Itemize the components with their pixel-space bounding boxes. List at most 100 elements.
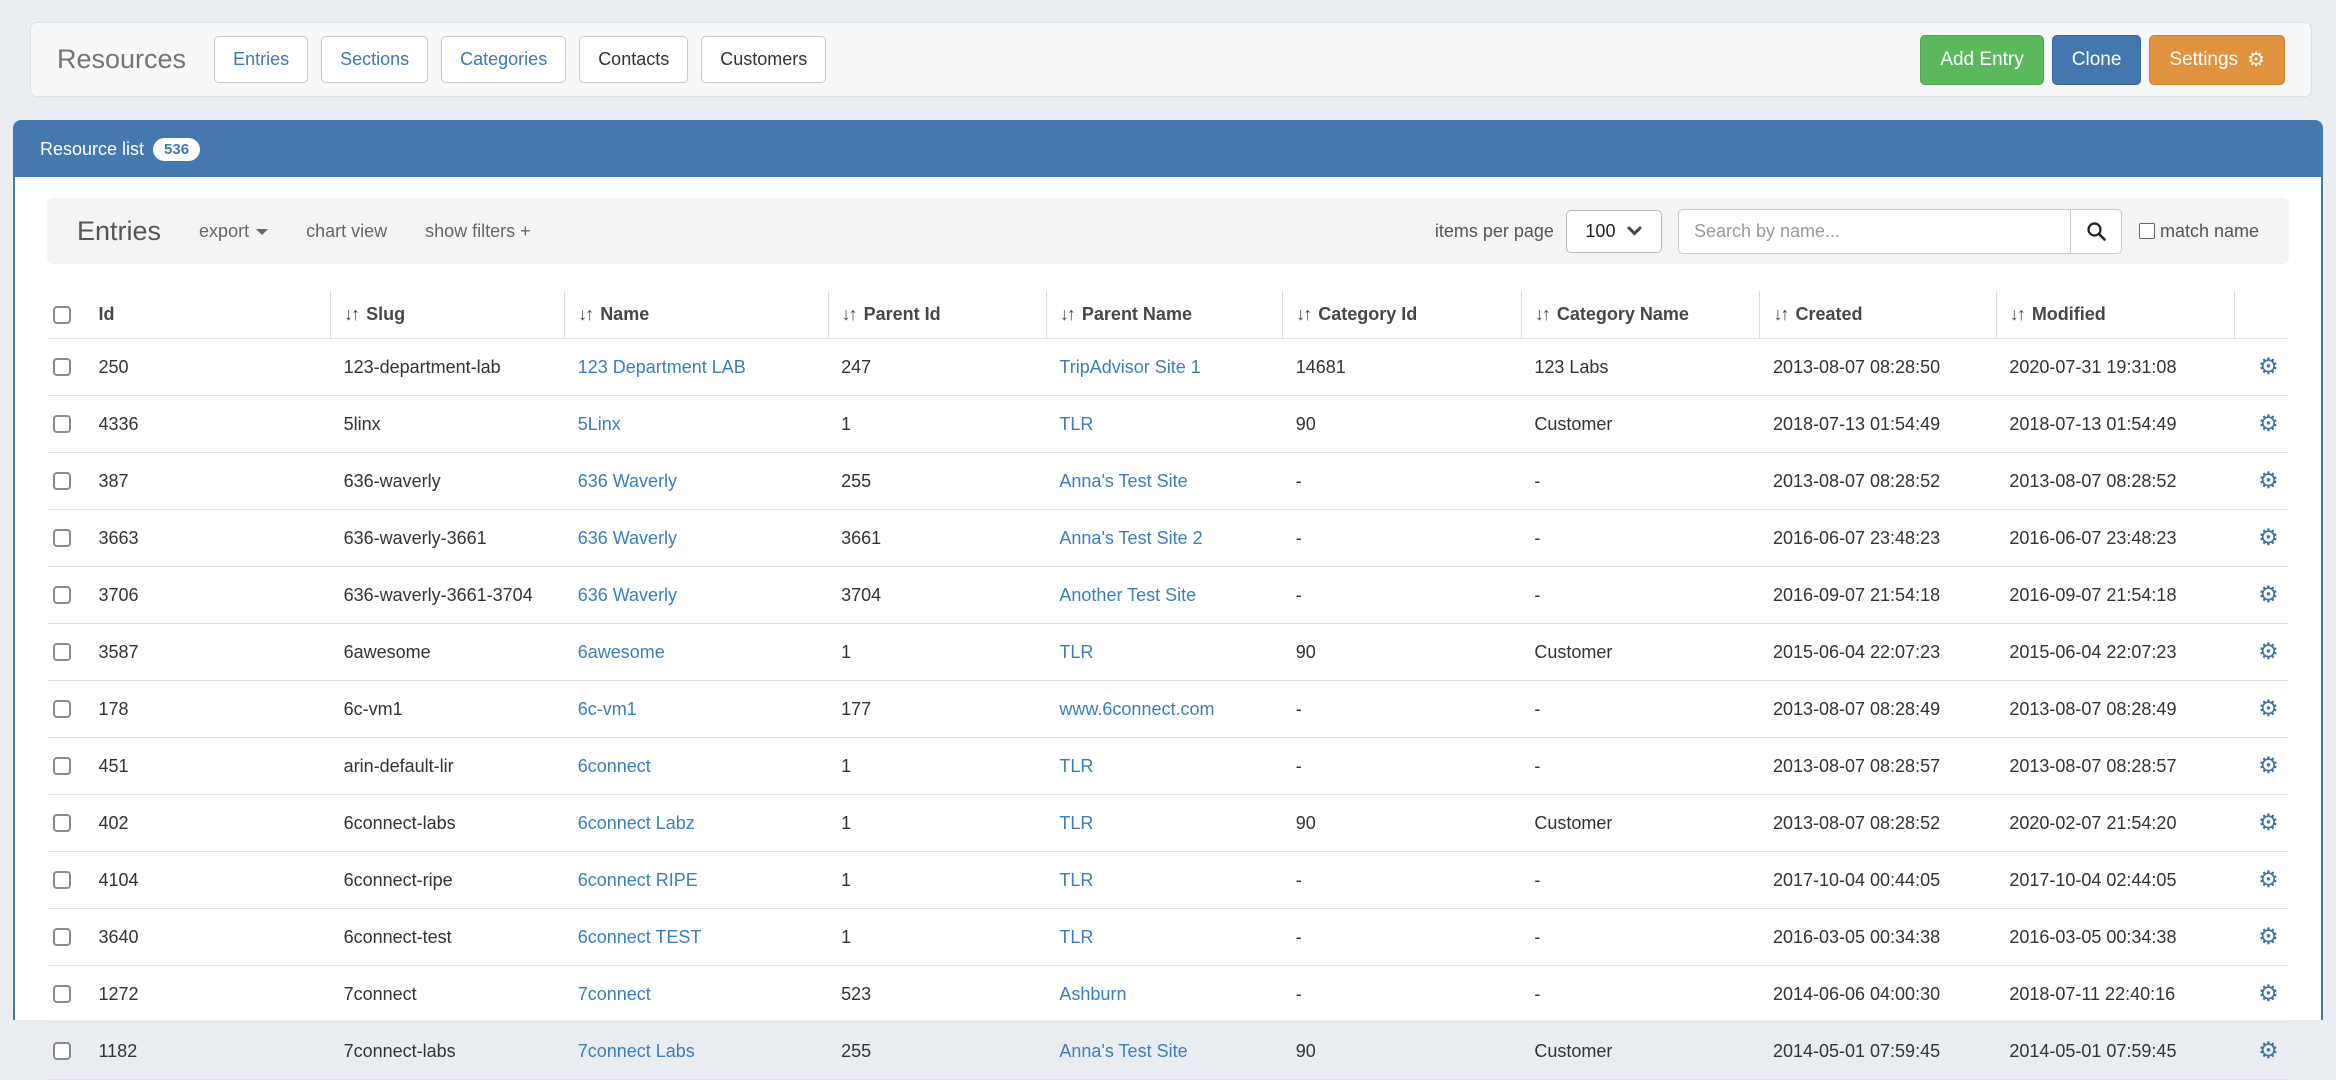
- row-checkbox[interactable]: [53, 529, 71, 547]
- column-header-parent_name[interactable]: ↓↑Parent Name: [1046, 291, 1282, 339]
- row-settings-gear-icon[interactable]: ⚙: [2258, 868, 2279, 891]
- name-link[interactable]: 636 Waverly: [578, 471, 677, 491]
- row-settings-gear-icon[interactable]: ⚙: [2258, 925, 2279, 948]
- row-settings-gear-icon[interactable]: ⚙: [2258, 1039, 2279, 1062]
- name-link[interactable]: 7connect Labs: [578, 1041, 695, 1061]
- sort-arrows-icon: ↓↑: [842, 304, 856, 324]
- cell-slug: 636-waverly-3661: [331, 510, 565, 567]
- column-header-created[interactable]: ↓↑Created: [1760, 291, 1996, 339]
- parent_name-link[interactable]: TLR: [1059, 870, 1093, 890]
- nav-button-customers[interactable]: Customers: [701, 36, 826, 83]
- table-row: 1786c-vm16c-vm1177www.6connect.com--2013…: [47, 681, 2289, 738]
- column-header-parent_id[interactable]: ↓↑Parent Id: [828, 291, 1046, 339]
- parent_name-link[interactable]: Anna's Test Site: [1059, 471, 1187, 491]
- name-link[interactable]: 6c-vm1: [578, 699, 637, 719]
- parent_name-link[interactable]: Ashburn: [1059, 984, 1126, 1004]
- row-checkbox[interactable]: [53, 586, 71, 604]
- nav-button-sections[interactable]: Sections: [321, 36, 428, 83]
- name-link[interactable]: 6connect RIPE: [578, 870, 698, 890]
- name-link[interactable]: 6connect Labz: [578, 813, 695, 833]
- row-checkbox[interactable]: [53, 415, 71, 433]
- cell-id: 402: [97, 795, 331, 852]
- cell-id: 3587: [97, 624, 331, 681]
- cell-category_id: 90: [1283, 1023, 1522, 1080]
- show-filters-link[interactable]: show filters +: [425, 221, 531, 242]
- row-settings-gear-icon[interactable]: ⚙: [2258, 412, 2279, 435]
- cell-name: 6connect RIPE: [565, 852, 828, 909]
- row-settings-gear-icon[interactable]: ⚙: [2258, 754, 2279, 777]
- cell-modified: 2016-06-07 23:48:23: [1996, 510, 2235, 567]
- table-row: 387636-waverly636 Waverly255Anna's Test …: [47, 453, 2289, 510]
- row-checkbox[interactable]: [53, 814, 71, 832]
- name-link[interactable]: 6connect TEST: [578, 927, 702, 947]
- select-all-checkbox[interactable]: [53, 306, 71, 324]
- cell-name: 6connect: [565, 738, 828, 795]
- cell-parent_id: 255: [828, 1023, 1046, 1080]
- row-checkbox[interactable]: [53, 757, 71, 775]
- settings-button[interactable]: Settings ⚙: [2149, 35, 2285, 85]
- name-link[interactable]: 636 Waverly: [578, 585, 677, 605]
- name-link[interactable]: 7connect: [578, 984, 651, 1004]
- cell-category_id: -: [1283, 738, 1522, 795]
- row-settings-gear-icon[interactable]: ⚙: [2258, 469, 2279, 492]
- match-name-checkbox[interactable]: [2139, 223, 2155, 239]
- cell-category_name: Customer: [1521, 396, 1760, 453]
- column-header-modified[interactable]: ↓↑Modified: [1996, 291, 2235, 339]
- parent_name-link[interactable]: TLR: [1059, 927, 1093, 947]
- name-link[interactable]: 6connect: [578, 756, 651, 776]
- page-title: Resources: [57, 44, 186, 75]
- cell-slug: 7connect: [331, 966, 565, 1023]
- resource-count-badge: 536: [153, 138, 200, 161]
- row-checkbox[interactable]: [53, 985, 71, 1003]
- row-checkbox[interactable]: [53, 643, 71, 661]
- nav-button-entries[interactable]: Entries: [214, 36, 308, 83]
- column-header-category_id[interactable]: ↓↑Category Id: [1283, 291, 1522, 339]
- cell-category_name: 123 Labs: [1521, 339, 1760, 396]
- cell-category_name: -: [1521, 909, 1760, 966]
- cell-modified: 2018-07-11 22:40:16: [1996, 966, 2235, 1023]
- parent_name-link[interactable]: Anna's Test Site 2: [1059, 528, 1202, 548]
- parent_name-link[interactable]: Another Test Site: [1059, 585, 1196, 605]
- row-checkbox[interactable]: [53, 358, 71, 376]
- cell-parent_name: TLR: [1046, 738, 1282, 795]
- row-checkbox[interactable]: [53, 472, 71, 490]
- row-settings-gear-icon[interactable]: ⚙: [2258, 355, 2279, 378]
- row-settings-gear-icon[interactable]: ⚙: [2258, 583, 2279, 606]
- column-header-slug[interactable]: ↓↑Slug: [331, 291, 565, 339]
- parent_name-link[interactable]: Anna's Test Site: [1059, 1041, 1187, 1061]
- search-input[interactable]: [1678, 209, 2070, 254]
- row-checkbox[interactable]: [53, 871, 71, 889]
- name-link[interactable]: 123 Department LAB: [578, 357, 746, 377]
- row-checkbox[interactable]: [53, 928, 71, 946]
- cell-id: 4104: [97, 852, 331, 909]
- name-link[interactable]: 6awesome: [578, 642, 665, 662]
- table-row: 3663636-waverly-3661636 Waverly3661Anna'…: [47, 510, 2289, 567]
- parent_name-link[interactable]: TripAdvisor Site 1: [1059, 357, 1200, 377]
- row-settings-gear-icon[interactable]: ⚙: [2258, 697, 2279, 720]
- chart-view-link[interactable]: chart view: [306, 221, 387, 242]
- search-group: [1678, 209, 2122, 254]
- column-header-category_name[interactable]: ↓↑Category Name: [1521, 291, 1760, 339]
- row-settings-gear-icon[interactable]: ⚙: [2258, 640, 2279, 663]
- name-link[interactable]: 5Linx: [578, 414, 621, 434]
- clone-button[interactable]: Clone: [2052, 35, 2142, 85]
- row-checkbox[interactable]: [53, 700, 71, 718]
- row-checkbox[interactable]: [53, 1042, 71, 1060]
- parent_name-link[interactable]: TLR: [1059, 756, 1093, 776]
- nav-button-contacts[interactable]: Contacts: [579, 36, 688, 83]
- name-link[interactable]: 636 Waverly: [578, 528, 677, 548]
- column-label: Category Id: [1318, 304, 1417, 324]
- parent_name-link[interactable]: TLR: [1059, 642, 1093, 662]
- column-header-name[interactable]: ↓↑Name: [565, 291, 828, 339]
- search-button[interactable]: [2070, 209, 2122, 254]
- parent_name-link[interactable]: TLR: [1059, 813, 1093, 833]
- parent_name-link[interactable]: www.6connect.com: [1059, 699, 1214, 719]
- row-settings-gear-icon[interactable]: ⚙: [2258, 526, 2279, 549]
- column-label: Name: [600, 304, 649, 324]
- export-dropdown[interactable]: export: [199, 221, 268, 242]
- row-settings-gear-icon[interactable]: ⚙: [2258, 811, 2279, 834]
- add-entry-button[interactable]: Add Entry: [1920, 35, 2043, 85]
- parent_name-link[interactable]: TLR: [1059, 414, 1093, 434]
- nav-button-categories[interactable]: Categories: [441, 36, 566, 83]
- items-per-page-select[interactable]: 100: [1566, 210, 1662, 253]
